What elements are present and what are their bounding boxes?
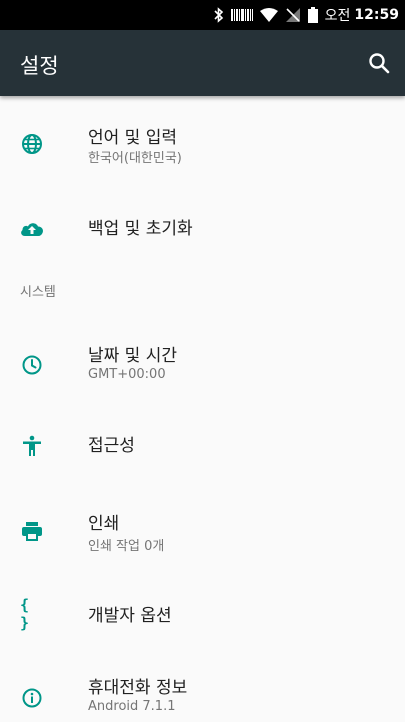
settings-item-about-phone[interactable]: 휴대전화 정보 Android 7.1.1	[0, 656, 405, 722]
settings-item-subtitle: GMT+00:00	[88, 367, 166, 382]
status-ampm: 오전	[324, 8, 351, 24]
settings-item-title: 접근성	[88, 436, 135, 456]
settings-item-title: 휴대전화 정보	[88, 678, 188, 698]
settings-item-title: 백업 및 초기화	[88, 219, 193, 239]
cloud-upload-icon	[20, 216, 44, 240]
accessibility-icon	[20, 434, 44, 458]
search-icon	[369, 53, 390, 74]
settings-item-subtitle: 인쇄 작업 0개	[88, 539, 165, 554]
app-bar: 설정	[0, 30, 405, 96]
settings-item-developer-options[interactable]: { } 개발자 옵션	[0, 576, 405, 656]
section-header-system: 시스템	[20, 285, 56, 300]
settings-item-language[interactable]: 언어 및 입력 한국어(대한민국)	[0, 96, 405, 186]
braces-icon: { }	[20, 596, 30, 632]
wifi-icon	[259, 8, 278, 22]
search-button[interactable]	[367, 51, 391, 75]
status-time: 12:59	[354, 7, 399, 23]
clock-icon	[20, 353, 44, 377]
status-bar: 오전 12:59	[0, 0, 405, 30]
globe-icon	[20, 132, 44, 156]
settings-item-title: 개발자 옵션	[88, 606, 172, 626]
page-title: 설정	[20, 54, 59, 78]
printer-icon	[20, 520, 44, 544]
settings-item-backup[interactable]: 백업 및 초기화	[0, 186, 405, 266]
no-signal-icon	[285, 7, 301, 23]
barcode-icon	[230, 8, 253, 22]
settings-item-subtitle: Android 7.1.1	[88, 699, 176, 714]
settings-item-title: 언어 및 입력	[88, 128, 178, 148]
settings-item-title: 날짜 및 시간	[88, 346, 178, 366]
settings-item-printing[interactable]: 인쇄 인쇄 작업 0개	[0, 486, 405, 576]
info-icon	[20, 686, 44, 710]
settings-item-accessibility[interactable]: 접근성	[0, 406, 405, 486]
settings-item-title: 인쇄	[88, 514, 120, 534]
battery-icon	[307, 7, 318, 23]
settings-item-date-time[interactable]: 날짜 및 시간 GMT+00:00	[0, 316, 405, 406]
settings-item-subtitle: 한국어(대한민국)	[88, 151, 182, 166]
bluetooth-icon	[214, 7, 224, 23]
